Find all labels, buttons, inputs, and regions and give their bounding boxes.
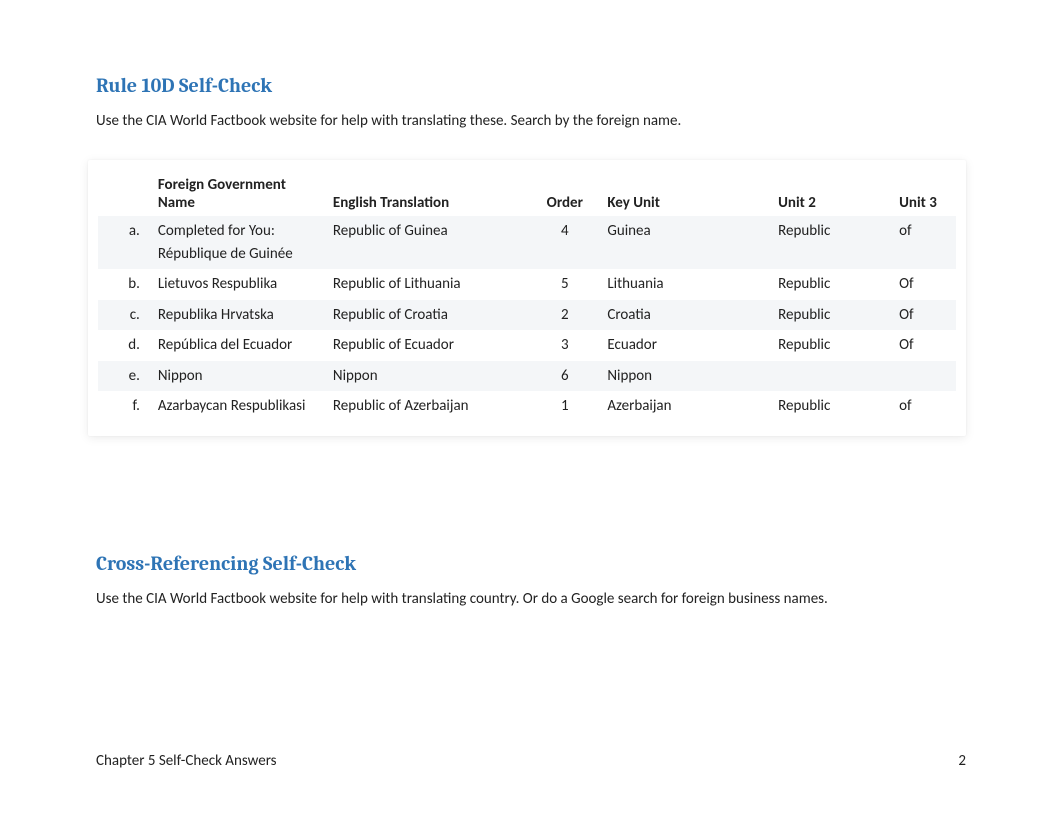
footer-page-number: 2 <box>958 752 966 770</box>
row-english: Republic of Croatia <box>325 300 530 331</box>
row-key: Ecuador <box>599 330 770 361</box>
row-unit3: Of <box>891 330 956 361</box>
row-unit3 <box>891 361 956 392</box>
row-unit2: Republic <box>770 216 891 269</box>
row-unit3: Of <box>891 269 956 300</box>
row-unit2 <box>770 361 891 392</box>
table-row: e.NipponNippon6Nippon <box>98 361 956 392</box>
row-order: 2 <box>530 300 599 331</box>
table-header-row: Foreign Government Name English Translat… <box>98 172 956 216</box>
row-english: Nippon <box>325 361 530 392</box>
row-english: Republic of Guinea <box>325 216 530 269</box>
row-foreign: Azarbaycan Respublikasi <box>150 391 325 422</box>
section-2-title: Cross-Referencing Self-Check <box>96 552 966 575</box>
document-page: Rule 10D Self-Check Use the CIA World Fa… <box>0 0 1062 610</box>
table-container: Foreign Government Name English Translat… <box>88 160 966 436</box>
section-1-intro: Use the CIA World Factbook website for h… <box>96 111 966 132</box>
row-unit2: Republic <box>770 330 891 361</box>
row-foreign: República del Ecuador <box>150 330 325 361</box>
row-unit2: Republic <box>770 391 891 422</box>
row-label: b. <box>98 269 150 300</box>
page-footer: Chapter 5 Self-Check Answers 2 <box>96 752 966 770</box>
col-header-key: Key Unit <box>599 172 770 216</box>
col-header-foreign: Foreign Government Name <box>150 172 325 216</box>
row-unit3: of <box>891 216 956 269</box>
row-key: Guinea <box>599 216 770 269</box>
row-english: Republic of Lithuania <box>325 269 530 300</box>
section-1-title: Rule 10D Self-Check <box>96 74 966 97</box>
table-row: f.Azarbaycan RespublikasiRepublic of Aze… <box>98 391 956 422</box>
table-row: b.Lietuvos RespublikaRepublic of Lithuan… <box>98 269 956 300</box>
section-2-intro: Use the CIA World Factbook website for h… <box>96 589 966 610</box>
row-order: 3 <box>530 330 599 361</box>
row-english: Republic of Azerbaijan <box>325 391 530 422</box>
section-2: Cross-Referencing Self-Check Use the CIA… <box>96 552 966 610</box>
row-label: d. <box>98 330 150 361</box>
row-order: 5 <box>530 269 599 300</box>
row-unit2: Republic <box>770 300 891 331</box>
row-order: 1 <box>530 391 599 422</box>
row-label: f. <box>98 391 150 422</box>
row-order: 6 <box>530 361 599 392</box>
row-foreign: Completed for You: République de Guinée <box>150 216 325 269</box>
row-unit3: of <box>891 391 956 422</box>
row-key: Azerbaijan <box>599 391 770 422</box>
row-key: Croatia <box>599 300 770 331</box>
col-header-english: English Translation <box>325 172 530 216</box>
row-label: c. <box>98 300 150 331</box>
table-row: d.República del EcuadorRepublic of Ecuad… <box>98 330 956 361</box>
footer-left: Chapter 5 Self-Check Answers <box>96 752 277 770</box>
row-key: Nippon <box>599 361 770 392</box>
row-order: 4 <box>530 216 599 269</box>
row-foreign: Nippon <box>150 361 325 392</box>
col-header-unit3: Unit 3 <box>891 172 956 216</box>
row-foreign: Republika Hrvatska <box>150 300 325 331</box>
table-row: c.Republika HrvatskaRepublic of Croatia2… <box>98 300 956 331</box>
row-english: Republic of Ecuador <box>325 330 530 361</box>
row-unit3: Of <box>891 300 956 331</box>
data-table: Foreign Government Name English Translat… <box>98 172 956 422</box>
table-row: a.Completed for You: République de Guiné… <box>98 216 956 269</box>
col-header-order: Order <box>530 172 599 216</box>
row-foreign: Lietuvos Respublika <box>150 269 325 300</box>
col-header-unit2: Unit 2 <box>770 172 891 216</box>
col-header-blank <box>98 172 150 216</box>
row-label: e. <box>98 361 150 392</box>
row-key: Lithuania <box>599 269 770 300</box>
row-label: a. <box>98 216 150 269</box>
row-unit2: Republic <box>770 269 891 300</box>
